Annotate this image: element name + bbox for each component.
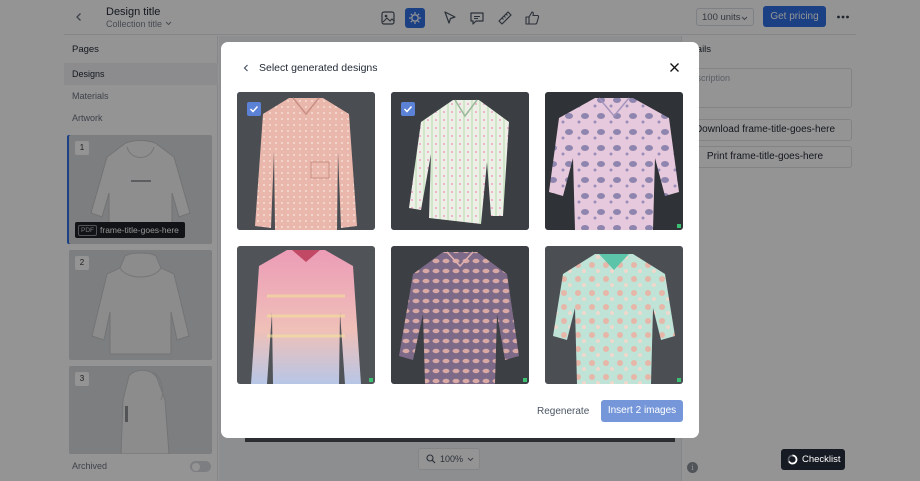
status-dot	[677, 224, 681, 228]
selected-checkbox[interactable]	[401, 102, 415, 116]
status-dot	[677, 378, 681, 382]
regenerate-button[interactable]: Regenerate	[537, 406, 589, 417]
select-designs-modal: Select generated designs Regenerate Inse…	[221, 42, 699, 438]
design-option-2[interactable]	[391, 92, 529, 230]
modal-title: Select generated designs	[259, 62, 378, 74]
back-arrow-icon[interactable]	[241, 63, 251, 73]
paisley-shirt-image	[391, 246, 529, 384]
gradient-shirt-image	[237, 246, 375, 384]
checklist-button[interactable]: Checklist	[781, 449, 845, 470]
design-option-1[interactable]	[237, 92, 375, 230]
insert-images-button[interactable]: Insert 2 images	[601, 400, 683, 422]
mint-floral-shirt-image	[545, 246, 683, 384]
checkmark-icon	[403, 105, 413, 113]
floral-shirt-image	[545, 92, 683, 230]
selected-checkbox[interactable]	[247, 102, 261, 116]
design-option-4[interactable]	[237, 246, 375, 384]
status-dot	[523, 378, 527, 382]
status-dot	[369, 378, 373, 382]
design-option-6[interactable]	[545, 246, 683, 384]
close-icon[interactable]	[669, 62, 680, 73]
checklist-label: Checklist	[802, 454, 841, 465]
design-option-3[interactable]	[545, 92, 683, 230]
progress-ring-icon	[787, 454, 798, 465]
design-option-5[interactable]	[391, 246, 529, 384]
checkmark-icon	[249, 105, 259, 113]
